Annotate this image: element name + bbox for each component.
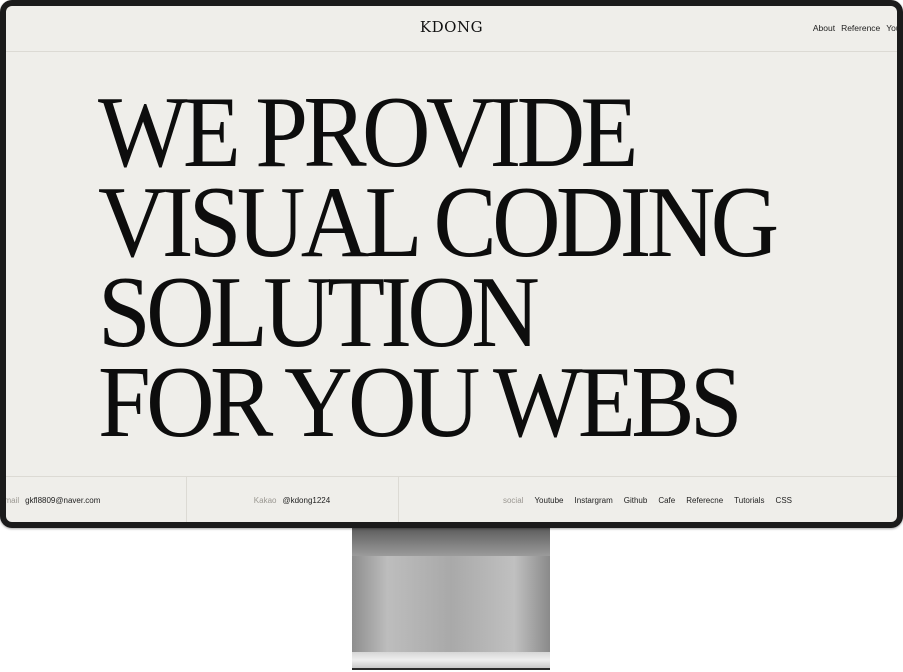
site-footer: email gkfl8809@naver.com Kakao @kdong122… [6,476,897,522]
monitor-bezel: KDONG About Reference Yout WE PROVIDE VI… [0,0,903,528]
footer-kakao: Kakao @kdong1224 [186,477,399,522]
nav-link-about[interactable]: About [813,23,835,33]
site-logo[interactable]: KDONG [6,18,897,36]
website-screen: KDONG About Reference Yout WE PROVIDE VI… [6,6,897,522]
social-link-css[interactable]: CSS [776,496,792,505]
email-label: email [6,495,20,505]
social-link-tutorials[interactable]: Tutorials [734,496,764,505]
kakao-label: Kakao [253,495,277,505]
site-header: KDONG About Reference Yout [6,6,897,52]
hero-headline: WE PROVIDE VISUAL CODING SOLUTION FOR YO… [98,76,823,459]
footer-email: email gkfl8809@naver.com [6,477,187,522]
footer-social: social Youtube Instargram Github Cafe Re… [398,477,897,522]
social-link-github[interactable]: Github [624,496,648,505]
kakao-link[interactable]: @kdong1224 [282,496,330,505]
social-link-reference[interactable]: Referecne [686,496,723,505]
desktop-mockup: KDONG About Reference Yout WE PROVIDE VI… [0,0,903,672]
hero-line: SOLUTION [98,256,540,369]
email-link[interactable]: gkfl8809@naver.com [25,496,100,505]
hero-line: FOR YOU WEBS [98,346,743,459]
main-nav: About Reference Yout [813,23,897,33]
hero-line: WE PROVIDE [98,76,638,189]
hero-line: VISUAL CODING [98,166,779,279]
social-label: social [502,495,524,505]
social-link-cafe[interactable]: Cafe [658,496,675,505]
social-link-instagram[interactable]: Instargram [575,496,613,505]
nav-link-youtube[interactable]: Yout [886,23,897,33]
social-link-youtube[interactable]: Youtube [534,496,563,505]
monitor-stand-neck [352,528,550,556]
monitor-stand-foot [352,652,550,670]
nav-link-reference[interactable]: Reference [841,23,880,33]
